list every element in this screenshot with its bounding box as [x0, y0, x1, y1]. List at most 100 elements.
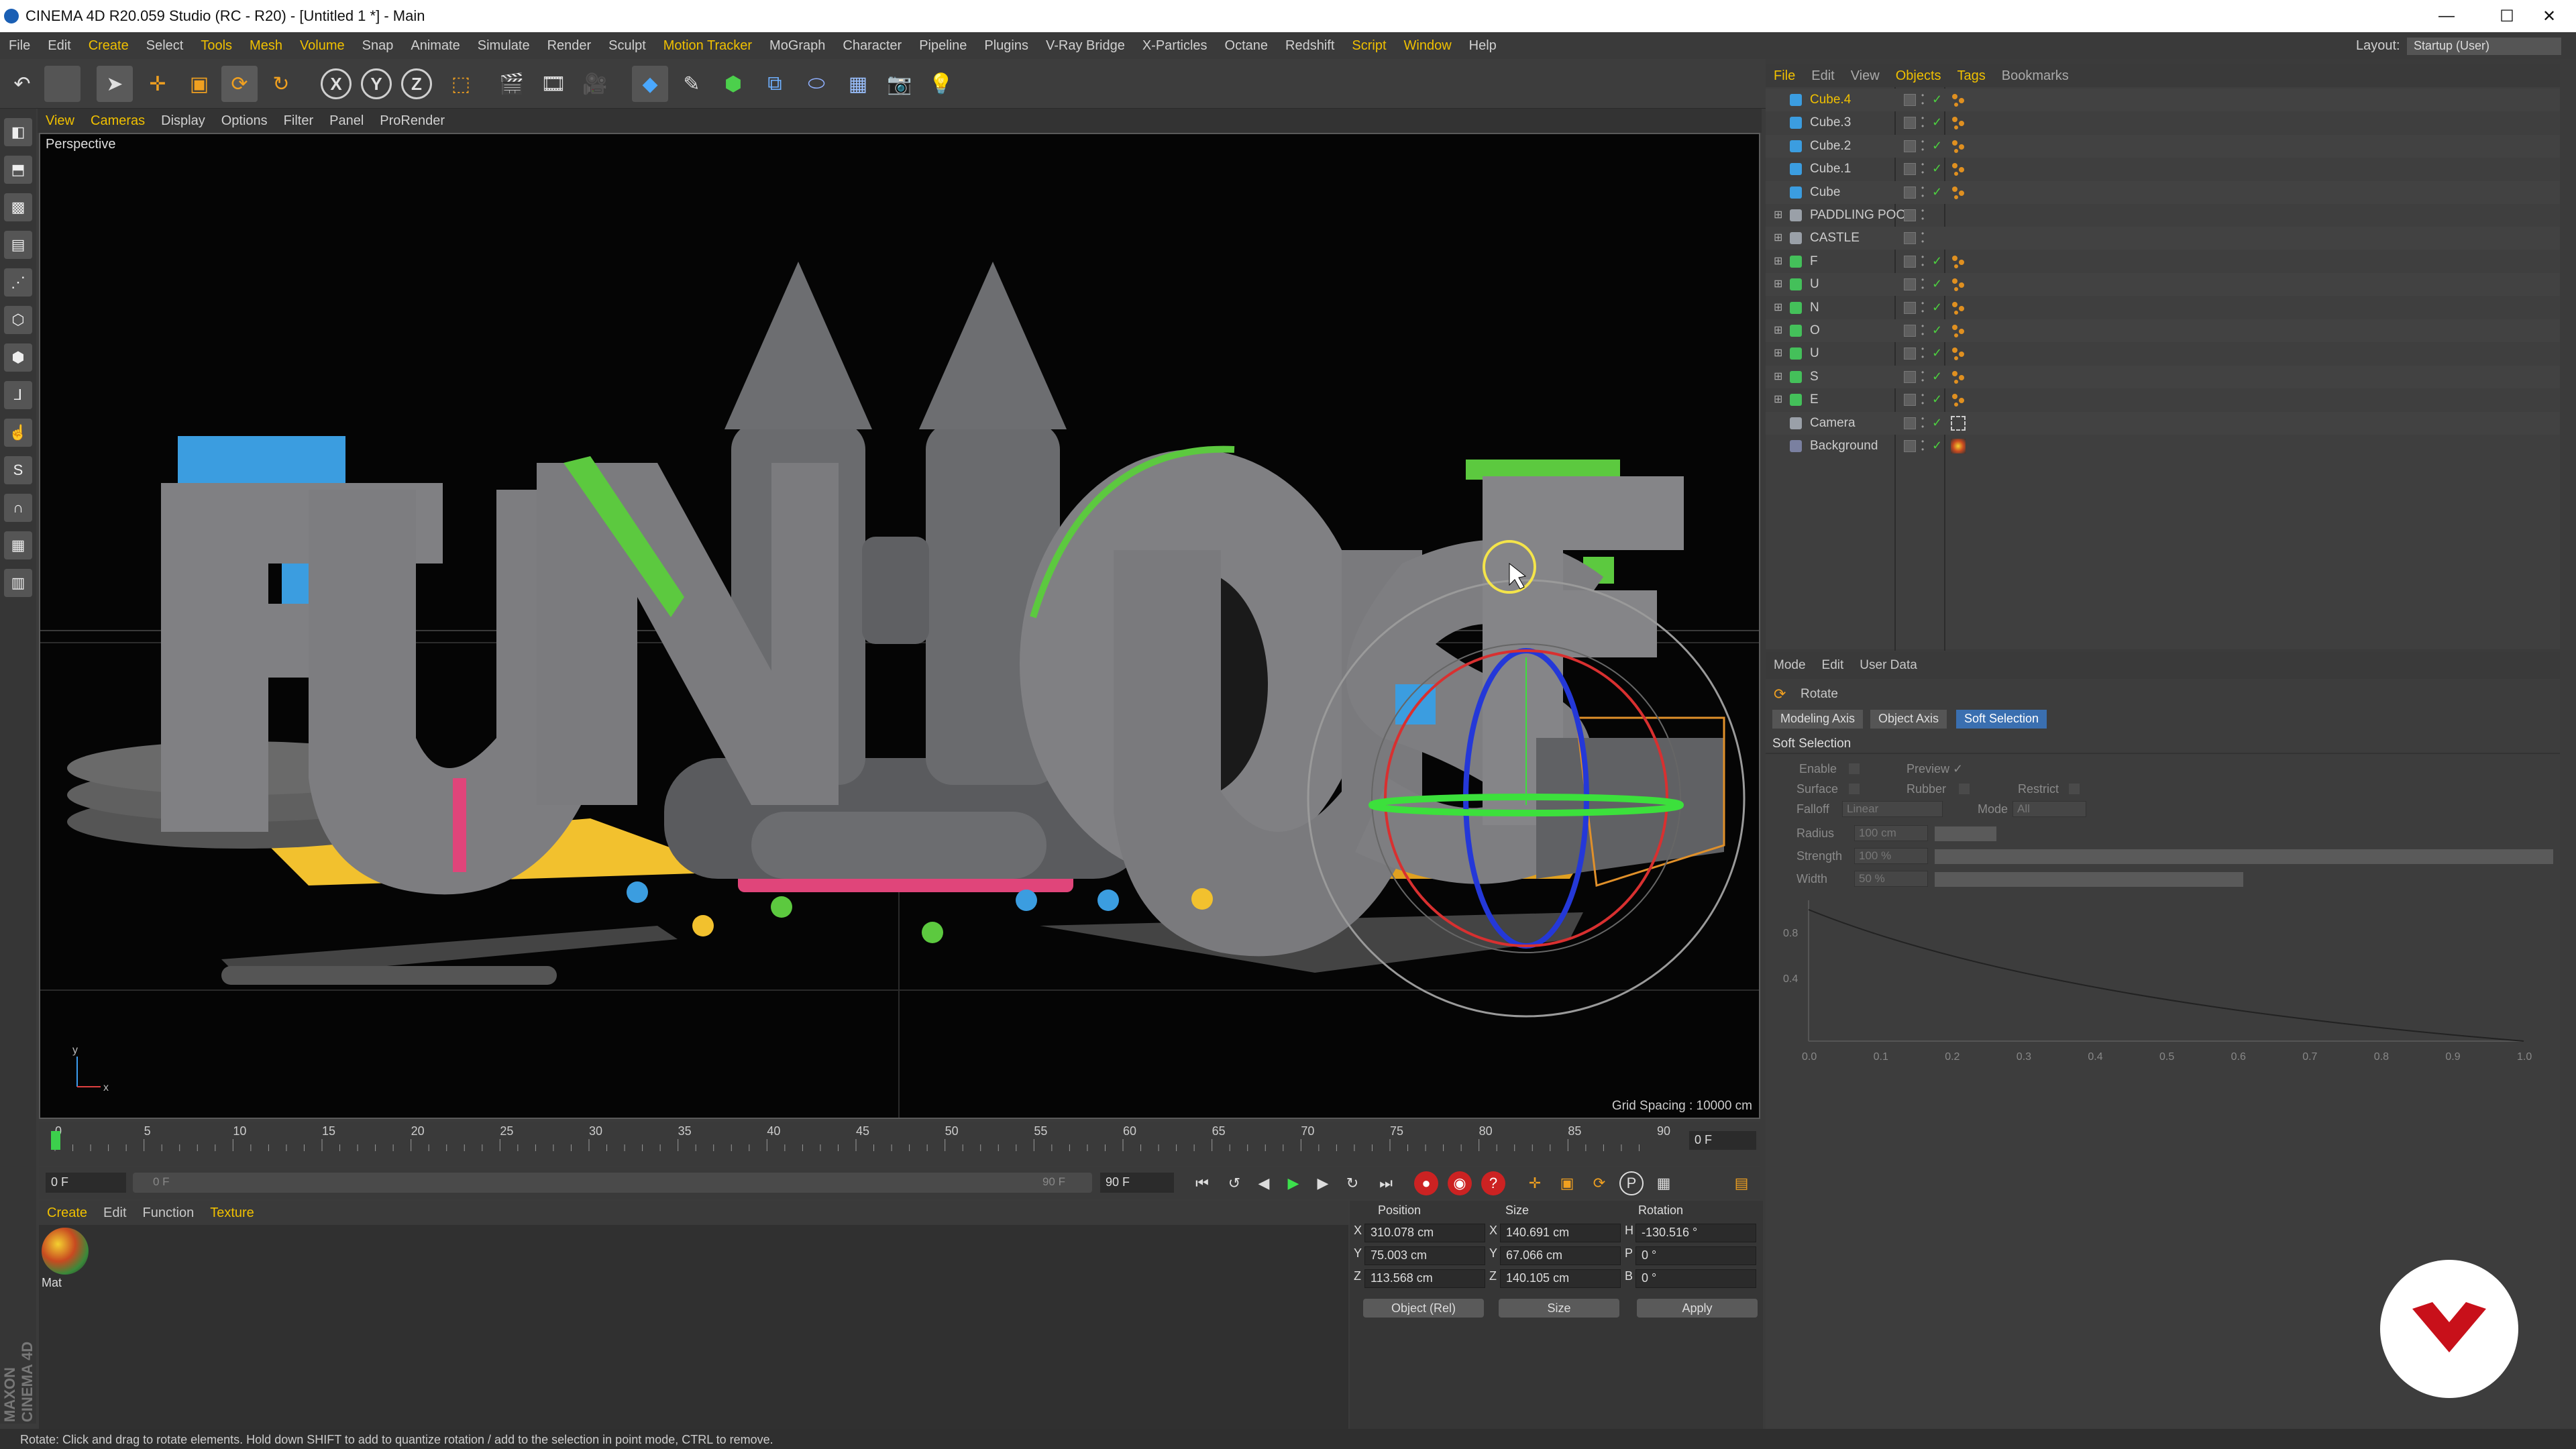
- phong-tag-icon[interactable]: [1951, 185, 1966, 200]
- texture-mode-icon[interactable]: ▩: [4, 193, 32, 221]
- phong-tag-icon[interactable]: [1951, 370, 1966, 384]
- menu-render[interactable]: Render: [547, 38, 592, 54]
- workplane-icon[interactable]: ▤: [4, 231, 32, 259]
- enabled-check-icon[interactable]: ✓: [1932, 93, 1942, 107]
- material-menu-texture[interactable]: Texture: [210, 1205, 254, 1221]
- subdivision-surface-icon[interactable]: ⬢: [715, 66, 751, 102]
- material-menu-create[interactable]: Create: [47, 1205, 87, 1221]
- layer-box[interactable]: [1904, 325, 1916, 337]
- make-editable-icon[interactable]: ◧: [4, 118, 32, 146]
- phong-tag-icon[interactable]: [1951, 254, 1966, 269]
- object-row[interactable]: ⊞ U • • ✓: [1766, 273, 2560, 297]
- menu-x-particles[interactable]: X-Particles: [1142, 38, 1208, 54]
- layer-box[interactable]: [1904, 140, 1916, 152]
- expand-toggle-icon[interactable]: ⊞: [1774, 208, 1782, 221]
- key-pla-icon[interactable]: ▦: [1652, 1171, 1676, 1195]
- viewport-menu-cameras[interactable]: Cameras: [91, 113, 145, 129]
- visibility-dots[interactable]: • •: [1921, 299, 1924, 315]
- enabled-check-icon[interactable]: ✓: [1932, 323, 1942, 337]
- material-swatch[interactable]: Mat: [42, 1228, 91, 1291]
- light-icon[interactable]: 💡: [923, 66, 959, 102]
- visibility-dots[interactable]: • •: [1921, 415, 1924, 431]
- visibility-dots[interactable]: • •: [1921, 253, 1924, 269]
- strength-field[interactable]: 100 %: [1854, 848, 1928, 864]
- layer-box[interactable]: [1904, 278, 1916, 291]
- enabled-check-icon[interactable]: ✓: [1932, 346, 1942, 360]
- object-name[interactable]: Cube: [1810, 185, 1840, 200]
- z-axis-lock-button[interactable]: Z: [401, 68, 432, 99]
- menu-edit[interactable]: Edit: [48, 38, 70, 54]
- current-frame-field[interactable]: 0 F: [1689, 1131, 1756, 1150]
- layer-box[interactable]: [1904, 301, 1916, 314]
- menu-sculpt[interactable]: Sculpt: [608, 38, 646, 54]
- viewport-menu-prorender[interactable]: ProRender: [380, 113, 445, 129]
- material-tag-icon[interactable]: [1951, 439, 1966, 453]
- expand-toggle-icon[interactable]: ⊞: [1774, 370, 1782, 383]
- size-field[interactable]: 140.691 cm: [1500, 1224, 1621, 1242]
- object-row[interactable]: ⊞ PADDLING POO • •: [1766, 204, 2560, 227]
- expand-toggle-icon[interactable]: ⊞: [1774, 277, 1782, 290]
- tweak-mode-icon[interactable]: ☝: [4, 419, 32, 447]
- visibility-dots[interactable]: • •: [1921, 160, 1924, 176]
- go-to-start-icon[interactable]: ⏮: [1190, 1171, 1214, 1195]
- enable-checkbox[interactable]: [1849, 763, 1860, 774]
- previous-key-icon[interactable]: ↺: [1222, 1171, 1246, 1195]
- menu-simulate[interactable]: Simulate: [478, 38, 530, 54]
- perspective-viewport[interactable]: Perspective Grid Spacing : 10000 cm y x: [39, 133, 1760, 1119]
- material-menu-function[interactable]: Function: [143, 1205, 195, 1221]
- menu-octane[interactable]: Octane: [1225, 38, 1268, 54]
- attribute-menu-user-data[interactable]: User Data: [1860, 658, 1917, 673]
- visibility-dots[interactable]: • •: [1921, 368, 1924, 384]
- menu-mesh[interactable]: Mesh: [250, 38, 282, 54]
- falloff-graph[interactable]: 0.8 0.4 0.0 0.1 0.2 0.3 0.4 0.5 0.6 0.7 0.8 0.9 1.0: [1766, 894, 2560, 1068]
- viewport-menu-filter[interactable]: Filter: [284, 113, 313, 129]
- radius-slider[interactable]: [1935, 826, 1996, 841]
- scale-icon[interactable]: ▣: [181, 66, 217, 102]
- phong-tag-icon[interactable]: [1951, 93, 1966, 107]
- object-name[interactable]: O: [1810, 323, 1820, 338]
- menu-volume[interactable]: Volume: [300, 38, 345, 54]
- key-parameter-icon[interactable]: P: [1619, 1171, 1644, 1195]
- object-name[interactable]: Background: [1810, 439, 1878, 453]
- menu-mograph[interactable]: MoGraph: [769, 38, 825, 54]
- redo-icon[interactable]: [44, 66, 80, 102]
- object-menu-edit[interactable]: Edit: [1811, 68, 1834, 84]
- enabled-check-icon[interactable]: ✓: [1932, 254, 1942, 268]
- material-menu-edit[interactable]: Edit: [103, 1205, 126, 1221]
- visibility-dots[interactable]: • •: [1921, 391, 1924, 407]
- object-menu-file[interactable]: File: [1774, 68, 1795, 84]
- object-name[interactable]: F: [1810, 254, 1818, 269]
- polygons-mode-icon[interactable]: ⬢: [4, 343, 32, 372]
- rotate-icon[interactable]: ⟳: [221, 66, 258, 102]
- object-menu-view[interactable]: View: [1851, 68, 1880, 84]
- object-name[interactable]: S: [1810, 370, 1819, 384]
- object-row[interactable]: ⊞ F • • ✓: [1766, 250, 2560, 273]
- undo-icon[interactable]: ↶: [4, 66, 40, 102]
- expand-toggle-icon[interactable]: ⊞: [1774, 254, 1782, 268]
- mode-dropdown[interactable]: All: [2012, 801, 2086, 817]
- strength-slider[interactable]: [1935, 849, 2553, 864]
- object-name[interactable]: U: [1810, 346, 1819, 361]
- rubber-checkbox[interactable]: [1959, 784, 1970, 794]
- timeline-scheme-icon[interactable]: ▤: [1729, 1171, 1754, 1195]
- object-row[interactable]: ⊞ E • • ✓: [1766, 388, 2560, 411]
- object-menu-bookmarks[interactable]: Bookmarks: [2002, 68, 2069, 84]
- menu-file[interactable]: File: [9, 38, 30, 54]
- object-row[interactable]: Background • • ✓: [1766, 435, 2560, 458]
- phong-tag-icon[interactable]: [1951, 301, 1966, 315]
- object-row[interactable]: Camera • • ✓: [1766, 411, 2560, 435]
- layout-dropdown[interactable]: Startup (User): [2407, 38, 2561, 55]
- enabled-check-icon[interactable]: ✓: [1932, 277, 1942, 291]
- visibility-dots[interactable]: • •: [1921, 114, 1924, 130]
- object-row[interactable]: Cube.2 • • ✓: [1766, 134, 2560, 158]
- enabled-check-icon[interactable]: ✓: [1932, 370, 1942, 384]
- edges-mode-icon[interactable]: ⬡: [4, 306, 32, 334]
- render-settings-icon[interactable]: 🎥: [577, 66, 613, 102]
- width-slider[interactable]: [1935, 872, 2243, 887]
- position-field[interactable]: 113.568 cm: [1364, 1269, 1485, 1288]
- 3d-scene[interactable]: y x: [40, 134, 1760, 1119]
- visibility-dots[interactable]: • •: [1921, 229, 1924, 246]
- cube-primitive-icon[interactable]: ◆: [632, 66, 668, 102]
- expand-toggle-icon[interactable]: ⊞: [1774, 301, 1782, 314]
- points-mode-icon[interactable]: ⋰: [4, 268, 32, 297]
